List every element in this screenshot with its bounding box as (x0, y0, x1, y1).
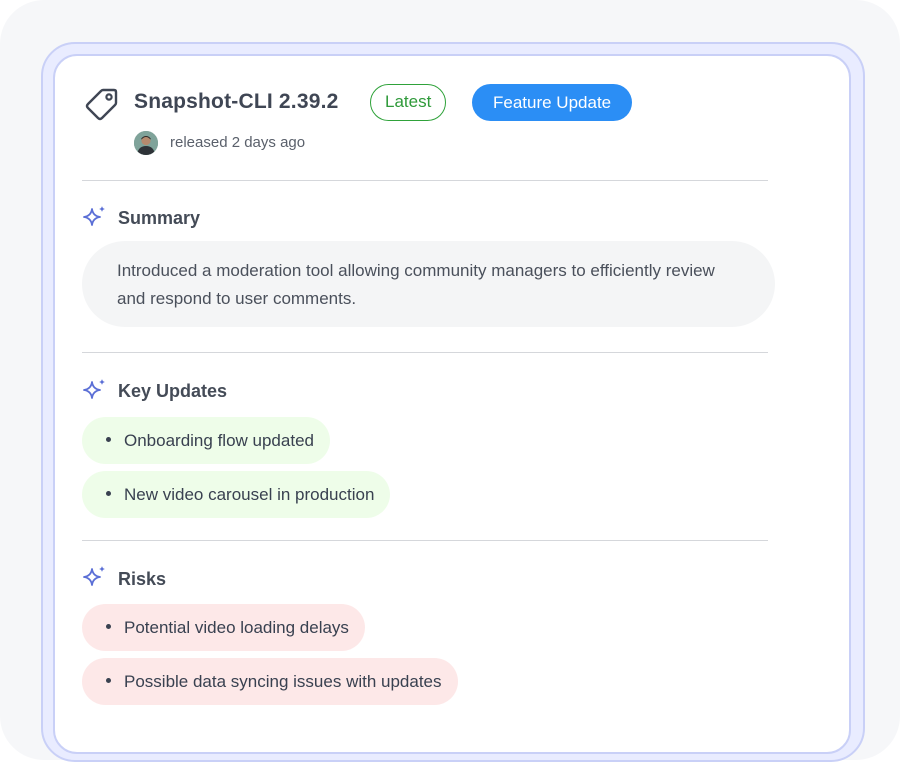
key-updates-heading: Key Updates (118, 381, 228, 401)
avatar-image (134, 131, 158, 155)
divider (82, 180, 768, 181)
divider (82, 540, 768, 541)
bullet (106, 678, 111, 684)
key-update-item: Onboarding flow updated (82, 417, 330, 464)
tag-icon (85, 88, 118, 121)
sparkle-icon (83, 566, 105, 586)
feature-update-badge: Feature Update (472, 84, 633, 121)
bullet (106, 491, 111, 497)
key-update-label: New video carousel in production (124, 485, 375, 504)
summary-text: Introduced a moderation tool allowing co… (82, 241, 775, 327)
risk-label: Potential video loading delays (124, 618, 349, 637)
release-title: Snapshot-CLI 2.39.2 (134, 90, 339, 113)
bullet (106, 437, 111, 443)
sparkle-icon (83, 206, 105, 226)
risk-item: Potential video loading delays (82, 604, 365, 651)
bullet (106, 624, 111, 630)
latest-badge: Latest (370, 84, 447, 121)
key-update-label: Onboarding flow updated (124, 431, 314, 450)
risk-label: Possible data syncing issues with update… (124, 672, 442, 691)
author-avatar (134, 131, 158, 155)
release-meta: released 2 days ago (170, 134, 306, 151)
risks-heading: Risks (118, 569, 167, 589)
key-update-item: New video carousel in production (82, 471, 391, 518)
divider (82, 352, 768, 353)
risk-item: Possible data syncing issues with update… (82, 658, 458, 705)
summary-heading: Summary (118, 208, 201, 228)
sparkle-icon (83, 379, 105, 399)
